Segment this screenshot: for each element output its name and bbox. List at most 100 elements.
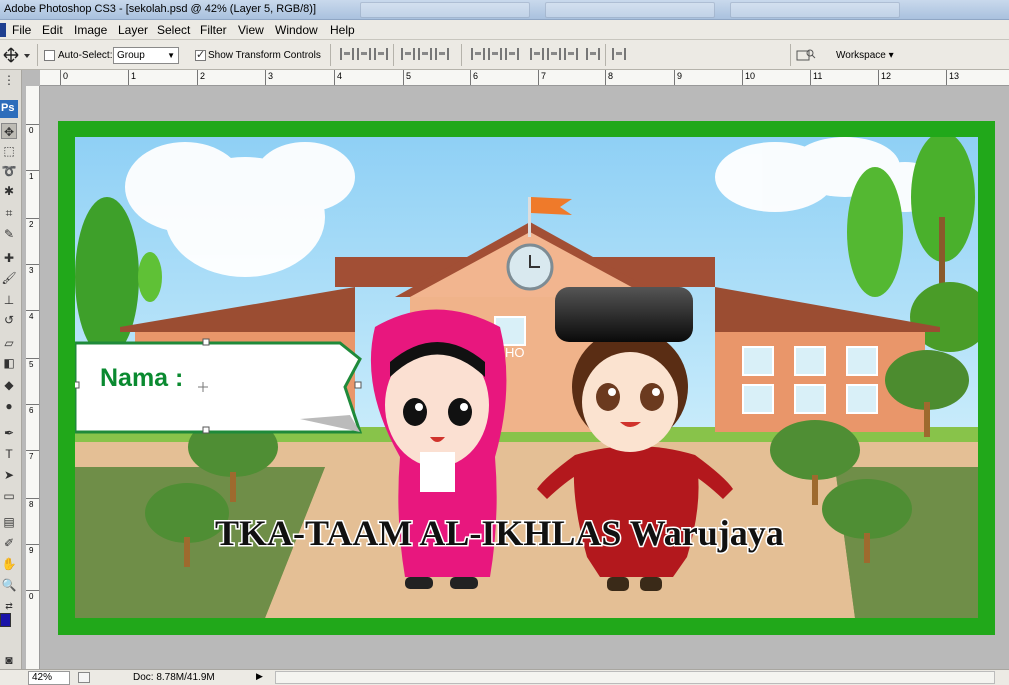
- slice-tool-icon[interactable]: ✎: [1, 226, 17, 242]
- illustration-svg: HO TKA-TAAM AL-IKHLAS Warujaya: [75, 137, 978, 618]
- notes-tool-icon[interactable]: ▤: [1, 514, 17, 530]
- menu-window[interactable]: Window: [275, 23, 318, 37]
- menu-edit[interactable]: Edit: [42, 23, 63, 37]
- menu-select[interactable]: Select: [157, 23, 190, 37]
- quick-mask-icon[interactable]: ◙: [1, 652, 17, 668]
- status-menu-arrow-icon[interactable]: ▶: [256, 671, 263, 682]
- path-selection-tool-icon[interactable]: ➤: [1, 467, 17, 483]
- brush-tool-icon[interactable]: 🖌: [1, 270, 17, 286]
- horizontal-scrollbar[interactable]: [275, 671, 995, 684]
- auto-select-label: Auto-Select:: [58, 50, 113, 61]
- navigator-icon[interactable]: [78, 672, 90, 683]
- separator: [393, 44, 394, 66]
- horizontal-ruler: 0 1 2 3 4 5 6 7 8 9 10 11 12 13: [40, 70, 1009, 86]
- dodge-tool-icon[interactable]: ●: [1, 398, 17, 414]
- menu-help[interactable]: Help: [330, 23, 355, 37]
- ruler-label: 12: [881, 71, 892, 81]
- distribute-bottom-icon[interactable]: [505, 48, 519, 60]
- title-bar: Adobe Photoshop CS3 - [sekolah.psd @ 42%…: [0, 0, 1009, 20]
- align-right-icon[interactable]: [435, 48, 449, 60]
- auto-align-icon[interactable]: [586, 48, 600, 60]
- separator: [605, 44, 606, 66]
- doc-size: Doc: 8.78M/41.9M: [133, 672, 215, 683]
- separator: [790, 44, 791, 66]
- lasso-tool-icon[interactable]: ➰: [1, 163, 17, 179]
- document-canvas[interactable]: HO TKA-TAAM AL-IKHLAS Warujaya: [58, 121, 995, 635]
- menu-view[interactable]: View: [238, 23, 264, 37]
- blur-tool-icon[interactable]: ◆: [1, 377, 17, 393]
- distribute-right-icon[interactable]: [564, 48, 578, 60]
- ruler-label: 7: [29, 452, 34, 461]
- show-transform-checkbox[interactable]: [195, 48, 206, 61]
- clone-stamp-tool-icon[interactable]: ⊥: [1, 292, 17, 308]
- workspace-icon[interactable]: [796, 48, 816, 62]
- swap-colors-icon[interactable]: ⇄: [1, 598, 17, 614]
- ruler-label: 8: [608, 71, 614, 81]
- background-tab: [360, 2, 530, 18]
- move-tool-icon[interactable]: [2, 46, 32, 64]
- gradient-tool-icon[interactable]: ◧: [1, 355, 17, 371]
- pen-tool-icon[interactable]: ✒: [1, 425, 17, 441]
- ruler-label: 4: [29, 312, 34, 321]
- name-label: Nama :: [100, 364, 184, 392]
- marquee-tool-icon[interactable]: ⬚: [1, 143, 17, 159]
- ruler-label: 9: [29, 546, 34, 555]
- ruler-label: 6: [29, 406, 34, 415]
- eyedropper-tool-icon[interactable]: ✐: [1, 535, 17, 551]
- workspace-button[interactable]: Workspace ▾: [836, 50, 894, 61]
- menu-layer[interactable]: Layer: [118, 23, 148, 37]
- align-top-icon[interactable]: [340, 48, 354, 60]
- align-left-icon[interactable]: [401, 48, 415, 60]
- vertical-ruler: 0 1 2 3 4 5 6 7 8 9 0: [26, 86, 40, 669]
- magic-wand-tool-icon[interactable]: ✱: [1, 183, 17, 199]
- separator: [461, 44, 462, 66]
- school-illustration: HO TKA-TAAM AL-IKHLAS Warujaya: [75, 137, 978, 618]
- transform-icon[interactable]: [612, 48, 626, 60]
- align-bottom-icon[interactable]: [374, 48, 388, 60]
- eraser-tool-icon[interactable]: ▱: [1, 335, 17, 351]
- zoom-tool-icon[interactable]: 🔍: [1, 577, 17, 593]
- healing-brush-tool-icon[interactable]: ✚: [1, 250, 17, 266]
- auto-select-checkbox[interactable]: [44, 50, 55, 61]
- chevron-down-icon: ▼: [167, 51, 175, 60]
- ruler-label: 10: [745, 71, 756, 81]
- ruler-label: 7: [541, 71, 547, 81]
- ruler-label: 3: [268, 71, 274, 81]
- ruler-label: 13: [949, 71, 960, 81]
- history-brush-tool-icon[interactable]: ↺: [1, 312, 17, 328]
- distribute-hcenter-icon[interactable]: [547, 48, 561, 60]
- ps-logo: Ps: [0, 100, 18, 118]
- menu-filter[interactable]: Filter: [200, 23, 227, 37]
- align-hcenter-icon[interactable]: [418, 48, 432, 60]
- zoom-field[interactable]: 42%: [28, 671, 70, 685]
- show-transform-label: Show Transform Controls: [208, 50, 321, 61]
- auto-select-dropdown[interactable]: Group ▼: [113, 47, 179, 64]
- align-vcenter-icon[interactable]: [357, 48, 371, 60]
- distribute-left-icon[interactable]: [530, 48, 544, 60]
- distribute-top-icon[interactable]: [471, 48, 485, 60]
- ruler-label: 4: [337, 71, 343, 81]
- menu-bar: File Edit Image Layer Select Filter View…: [0, 20, 1009, 40]
- separator: [330, 44, 331, 66]
- type-tool-icon[interactable]: T: [1, 446, 17, 462]
- ruler-label: 5: [29, 360, 34, 369]
- crop-tool-icon[interactable]: ⌗: [1, 205, 17, 221]
- ruler-label: 1: [29, 172, 34, 181]
- ruler-label: 0: [29, 126, 34, 135]
- ruler-label: 0: [63, 71, 69, 81]
- ruler-label: 6: [473, 71, 479, 81]
- move-tool-icon[interactable]: ✥: [1, 123, 17, 139]
- ruler-label: 0: [29, 592, 34, 601]
- shape-tool-icon[interactable]: ▭: [1, 488, 17, 504]
- ruler-label: 3: [29, 266, 34, 275]
- hand-tool-icon[interactable]: ✋: [1, 556, 17, 572]
- menu-file[interactable]: File: [12, 23, 31, 37]
- foreground-color-swatch[interactable]: [0, 613, 11, 627]
- distribute-vcenter-icon[interactable]: [488, 48, 502, 60]
- toolbox-grip-icon: ⋮: [3, 73, 15, 87]
- background-tab: [545, 2, 715, 18]
- toolbox: ⋮ Ps ✥ ⬚ ➰ ✱ ⌗ ✎ ✚ 🖌 ⊥ ↺ ▱ ◧ ◆ ● ✒ T ➤ ▭…: [0, 70, 22, 669]
- school-sign: HO: [505, 345, 525, 360]
- menu-image[interactable]: Image: [74, 23, 107, 37]
- ruler-label: 11: [813, 71, 823, 81]
